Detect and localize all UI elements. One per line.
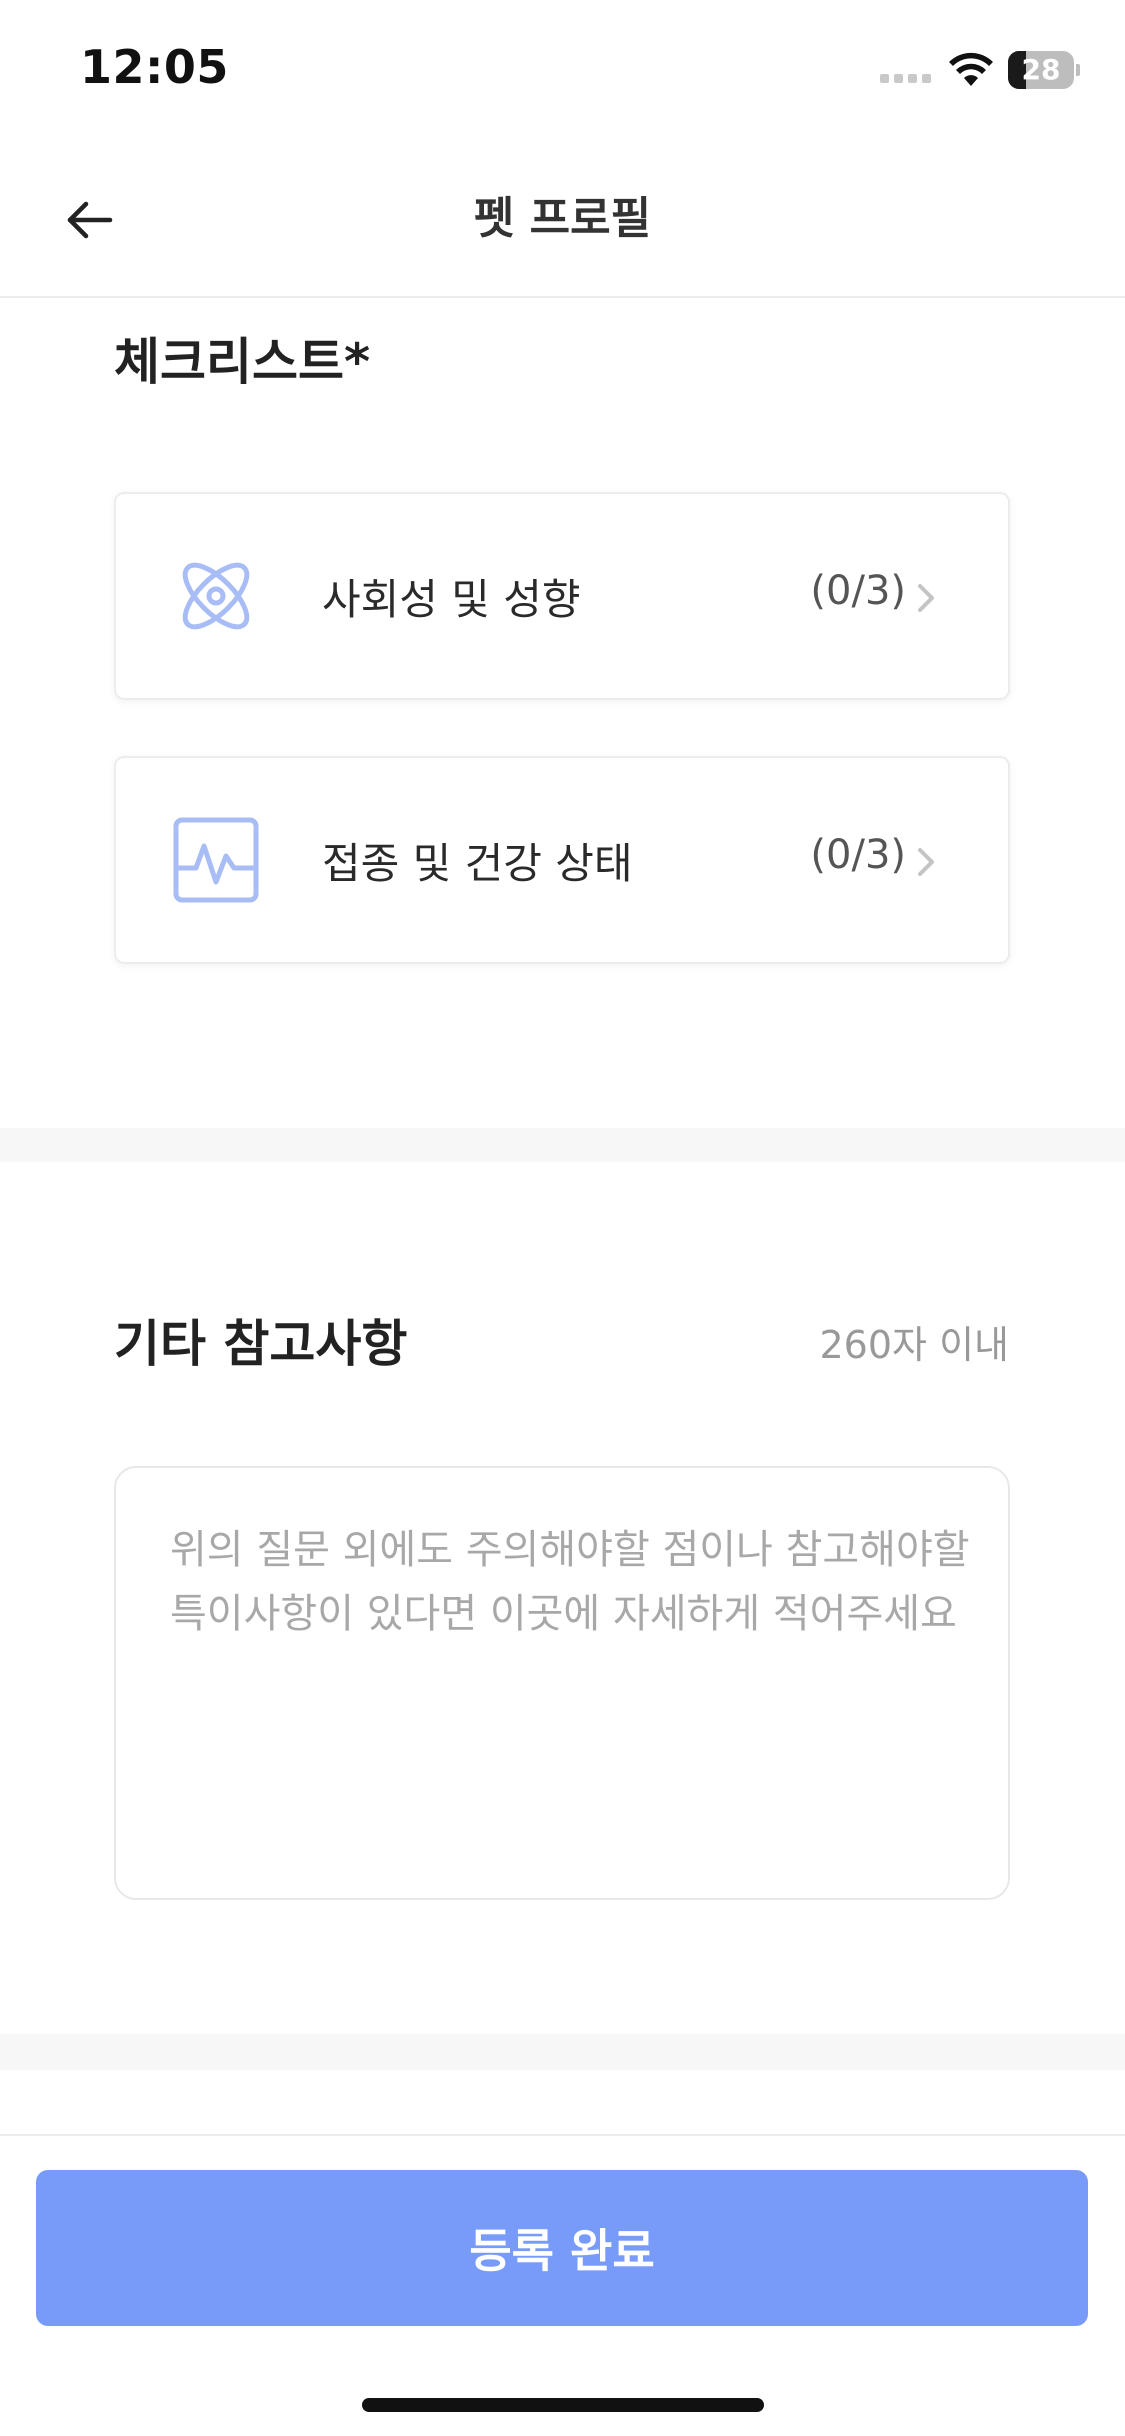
section-divider [0, 1128, 1125, 1162]
checklist-item-count: (0/3) [810, 568, 906, 614]
checklist-item-label: 접종 및 건강 상태 [322, 839, 633, 888]
page-title: 펫 프로필 [473, 193, 652, 244]
home-indicator [362, 2398, 764, 2412]
signal-dots-icon [880, 74, 934, 84]
notes-field-container [114, 1466, 1010, 1900]
checklist-item-count: (0/3) [810, 832, 906, 878]
health-monitor-icon [173, 817, 259, 903]
wifi-icon [949, 52, 993, 86]
app-header: 펫 프로필 [0, 140, 1125, 298]
status-bar: 12:05 28 [0, 0, 1125, 140]
battery-level: 28 [1021, 53, 1061, 86]
checklist-item-label: 사회성 및 성향 [322, 575, 581, 624]
notes-textarea[interactable] [170, 1518, 970, 1848]
chevron-right-icon [918, 584, 934, 612]
notes-title: 기타 참고사항 [114, 1315, 408, 1373]
footer-divider [0, 2134, 1125, 2136]
submit-button[interactable]: 등록 완료 [36, 2170, 1088, 2326]
checklist-title: 체크리스트* [114, 333, 371, 391]
status-time: 12:05 [80, 40, 229, 94]
checklist-item-health[interactable]: 접종 및 건강 상태 (0/3) [114, 756, 1010, 964]
checklist-item-sociability[interactable]: 사회성 및 성향 (0/3) [114, 492, 1010, 700]
notes-char-limit: 260자 이내 [819, 1323, 1010, 1367]
battery-icon: 28 [1008, 51, 1080, 89]
atom-icon [182, 562, 250, 630]
chevron-right-icon [918, 848, 934, 876]
section-divider [0, 2034, 1125, 2070]
